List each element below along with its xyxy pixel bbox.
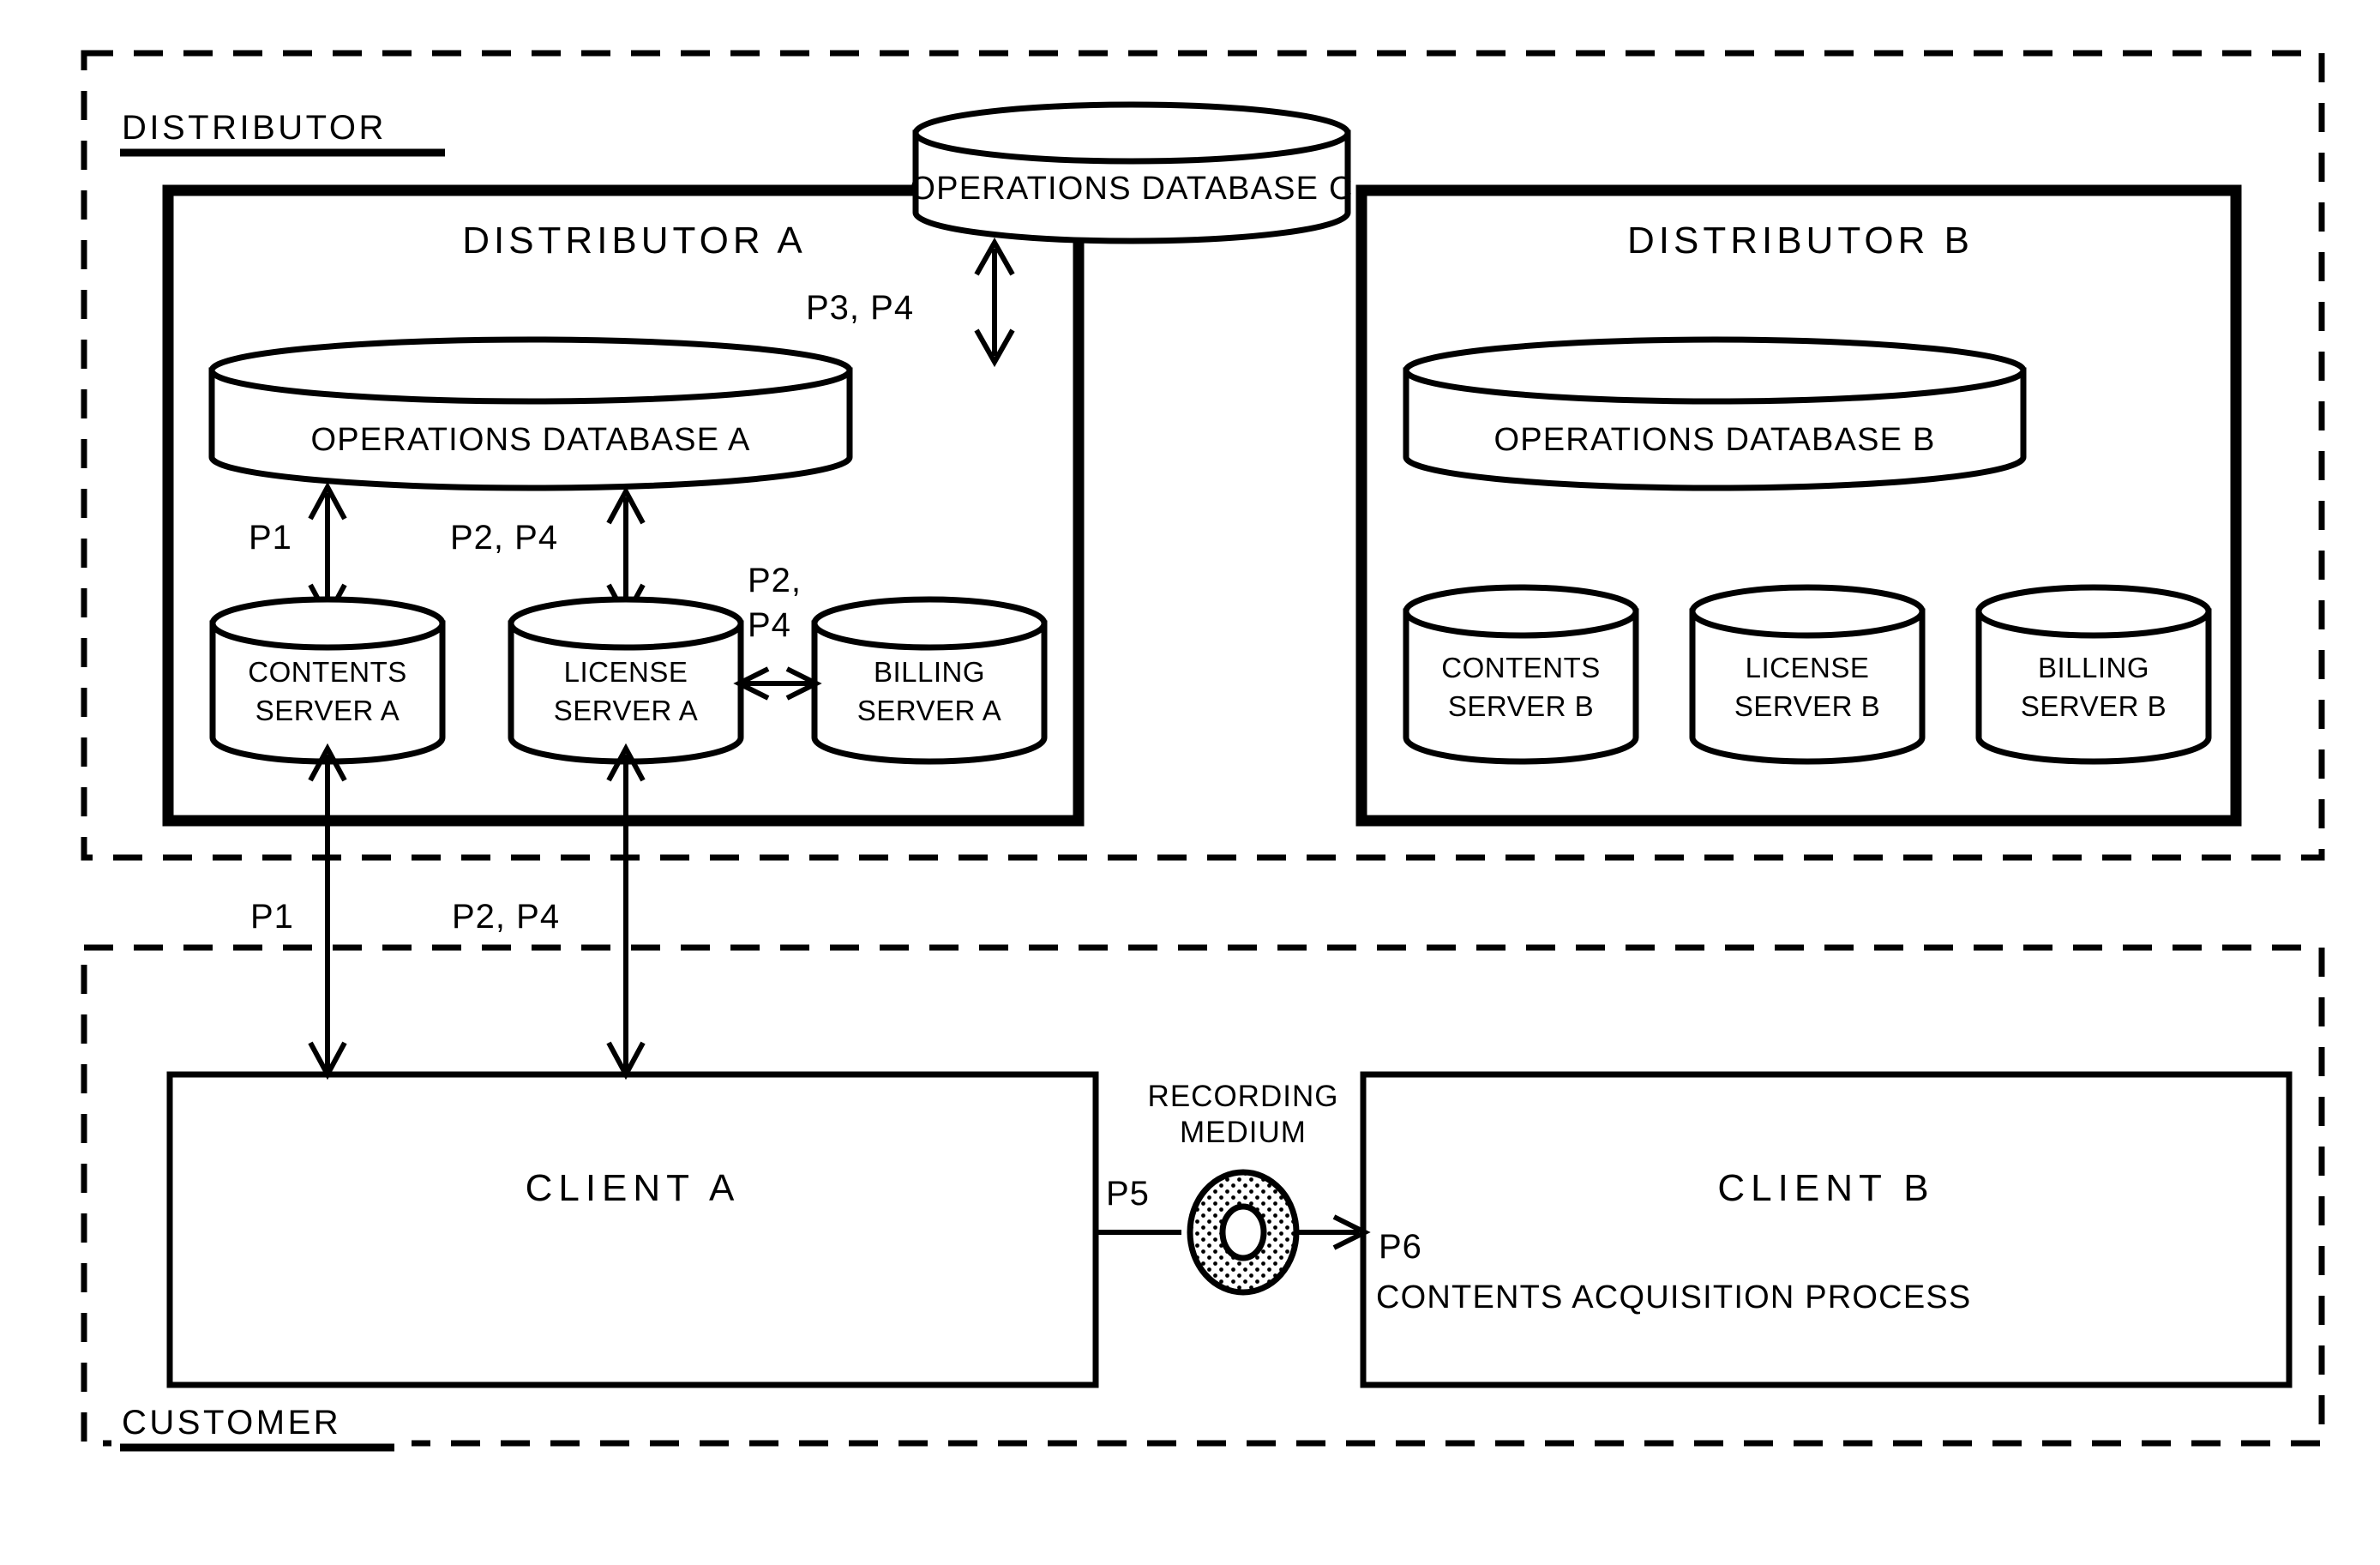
license-server-b-line2: SERVER B — [1734, 690, 1880, 722]
operations-database-a: OPERATIONS DATABASE A — [208, 336, 853, 491]
license-server-b: LICENSE SERVER B — [1689, 584, 1926, 765]
contents-server-b-line1: CONTENTS — [1441, 652, 1601, 683]
billing-server-a-line1: BILLING — [874, 656, 985, 688]
operations-database-c: OPERATIONS DATABASE C — [910, 101, 1353, 244]
license-server-b-line1: LICENSE — [1746, 652, 1870, 683]
distributor-b-title: DISTRIBUTOR B — [1627, 220, 1974, 262]
label-p3-p4: P3, P4 — [806, 289, 914, 327]
operations-database-c-label: OPERATIONS DATABASE C — [910, 171, 1353, 207]
label-p2-p4-client: P2, P4 — [452, 898, 560, 936]
distributor-zone-label-group: DISTRIBUTOR — [111, 93, 446, 163]
distributor-zone-label: DISTRIBUTOR — [122, 109, 387, 147]
label-p1-client: P1 — [250, 898, 294, 936]
recording-medium-label-line2: MEDIUM — [1180, 1116, 1307, 1149]
client-b-label: CLIENT B — [1717, 1167, 1934, 1209]
label-p2-p4-internal: P2, P4 — [450, 519, 558, 557]
distributor-a-title: DISTRIBUTOR A — [462, 220, 807, 262]
client-b-box — [1360, 1071, 2293, 1388]
license-server-a: LICENSE SERVER A — [508, 596, 744, 765]
license-server-a-line1: LICENSE — [564, 656, 688, 688]
customer-zone-label-group: CUSTOMER — [111, 1389, 412, 1456]
diagram-root: P3, P4 OPERATIONS DATABASE C DISTRIBUTOR… — [0, 0, 2380, 1565]
client-a-box — [166, 1071, 1099, 1388]
label-p5: P5 — [1106, 1175, 1150, 1213]
contents-server-a-line2: SERVER A — [255, 695, 400, 726]
label-p2-line1: P2, — [748, 562, 802, 599]
contents-server-b-line2: SERVER B — [1448, 690, 1594, 722]
customer-zone-label: CUSTOMER — [122, 1404, 341, 1442]
operations-database-b: OPERATIONS DATABASE B — [1403, 336, 2027, 491]
label-p4-line2: P4 — [748, 606, 791, 644]
contents-server-a: CONTENTS SERVER A — [209, 596, 446, 765]
recording-medium-disc-icon — [1187, 1169, 1300, 1296]
system-architecture-diagram: P3, P4 OPERATIONS DATABASE C DISTRIBUTOR… — [81, 50, 2325, 1456]
billing-server-b-line2: SERVER B — [2021, 690, 2167, 722]
operations-database-b-label: OPERATIONS DATABASE B — [1494, 422, 1935, 458]
client-b-process-id: P6 — [1379, 1228, 1422, 1266]
recording-medium-label-line1: RECORDING — [1148, 1080, 1339, 1113]
operations-database-a-label: OPERATIONS DATABASE A — [311, 422, 751, 458]
license-server-a-line2: SERVER A — [554, 695, 698, 726]
billing-server-a: BILLING SERVER A — [811, 596, 1048, 765]
contents-server-a-line1: CONTENTS — [248, 656, 407, 688]
client-a-label: CLIENT A — [526, 1167, 741, 1209]
billing-server-b-line1: BILLING — [2038, 652, 2149, 683]
billing-server-a-line2: SERVER A — [857, 695, 1001, 726]
client-b-process-label: CONTENTS ACQUISITION PROCESS — [1376, 1279, 1971, 1315]
label-p1-internal: P1 — [249, 519, 292, 557]
contents-server-b: CONTENTS SERVER B — [1403, 584, 1639, 765]
billing-server-b: BILLING SERVER B — [1975, 584, 2212, 765]
